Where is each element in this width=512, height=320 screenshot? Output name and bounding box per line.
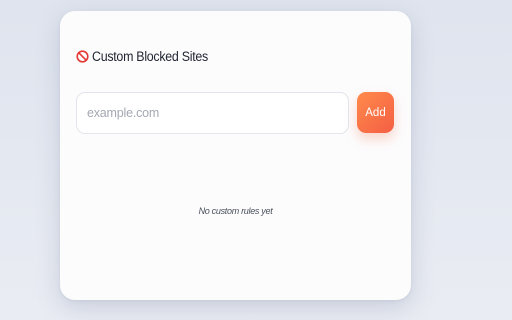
blocked-sites-card: Custom Blocked Sites Add No custom rules… (60, 11, 411, 300)
prohibited-icon (76, 50, 89, 63)
empty-state-message: No custom rules yet (198, 206, 273, 216)
site-url-input[interactable] (76, 92, 349, 134)
add-button[interactable]: Add (357, 92, 394, 133)
panel-title: Custom Blocked Sites (92, 49, 208, 64)
panel-header: Custom Blocked Sites (76, 49, 218, 64)
